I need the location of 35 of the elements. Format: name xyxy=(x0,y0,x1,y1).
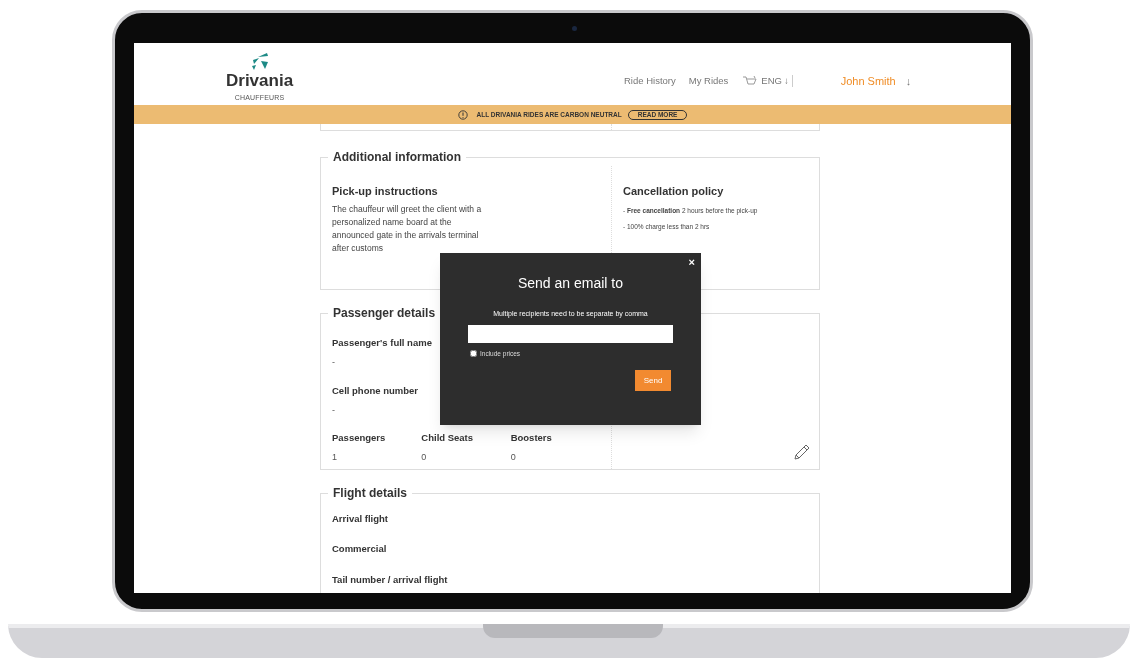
nav-link[interactable]: Ride History xyxy=(624,74,676,89)
language-selector[interactable]: ENG xyxy=(761,74,782,89)
field-label: Passengers xyxy=(332,430,387,445)
instructions-text: The chauffeur will greet the client with a personalized name board at the announced gate in the arrivals terminal after customs xyxy=(332,202,483,255)
section-title: Additional information xyxy=(332,149,462,166)
close-button[interactable]: × xyxy=(688,255,695,269)
dialog-title: Send an email to xyxy=(517,274,624,293)
send-button[interactable]: Send xyxy=(635,370,671,392)
field-label: Passenger's full name xyxy=(332,336,432,350)
field-label: Boosters xyxy=(510,430,553,445)
subsection-heading: Cancellation policy xyxy=(623,184,725,199)
section-title: Passenger details xyxy=(332,305,437,322)
caret-icon[interactable]: ↓ xyxy=(783,74,789,89)
caret-icon[interactable]: ↓ xyxy=(905,73,912,90)
email-field[interactable] xyxy=(468,324,673,343)
field-value: 1 xyxy=(332,450,338,464)
field-label: Cell phone number xyxy=(332,383,419,398)
field-value: 0 xyxy=(510,450,517,464)
field-label: Tail number / arrival flight xyxy=(332,572,448,587)
user-name-link[interactable]: John Smith xyxy=(840,73,896,90)
info-icon xyxy=(457,109,468,120)
include-prices-checkbox[interactable] xyxy=(470,349,477,357)
field-value: - xyxy=(332,404,335,417)
logo-mark-icon xyxy=(249,52,270,71)
nav-link[interactable]: My Rides xyxy=(688,74,729,89)
field-value: - xyxy=(332,356,335,370)
logo-wordmark: Drivania xyxy=(226,71,294,91)
subsection-heading: Pick-up instructions xyxy=(332,184,439,199)
field-label: Commercial xyxy=(332,542,387,557)
pencil-icon[interactable] xyxy=(793,443,811,461)
section-title: Flight details xyxy=(332,485,408,502)
field-label: Arrival flight xyxy=(332,512,388,526)
field-label: Child Seats xyxy=(421,430,475,445)
field-value: 0 xyxy=(421,450,428,464)
camera-icon xyxy=(572,26,577,31)
